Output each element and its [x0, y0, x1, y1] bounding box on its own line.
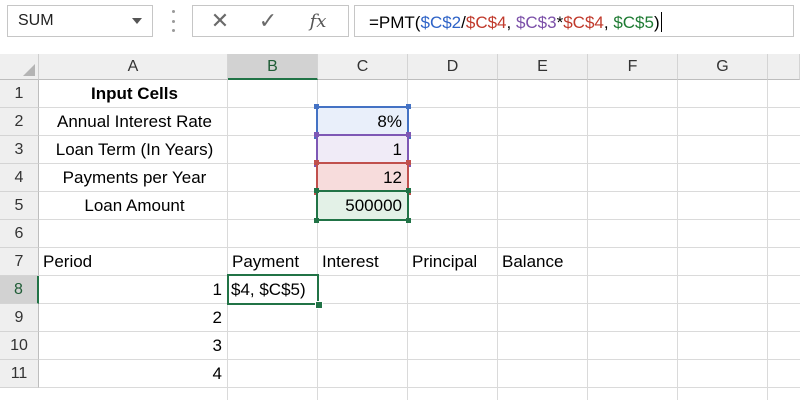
reference-resize-handle[interactable] [406, 218, 411, 223]
reference-resize-handle[interactable] [406, 188, 411, 193]
formula-part: , [603, 13, 614, 32]
row-header-4[interactable]: 4 [0, 164, 39, 192]
cell-a4[interactable]: Payments per Year [43, 164, 226, 192]
column-header-partial[interactable] [768, 54, 800, 80]
cell-c5[interactable]: 500000 [318, 192, 402, 220]
cancel-icon[interactable]: ✕ [201, 6, 239, 36]
column-header-c[interactable]: C [318, 54, 408, 80]
cell-a3[interactable]: Loan Term (In Years) [43, 136, 226, 164]
gridline-vertical [677, 80, 678, 400]
cell-b7[interactable]: Payment [232, 248, 316, 276]
formula-part: , [506, 13, 516, 32]
row-header-7[interactable]: 7 [0, 248, 39, 276]
formula-part: $C$3 [515, 13, 557, 32]
cell-e7[interactable]: Balance [502, 248, 586, 276]
cell-c7[interactable]: Interest [322, 248, 406, 276]
text-caret [660, 12, 662, 32]
row-header-3[interactable]: 3 [0, 136, 39, 164]
formula-bar: SUM ✕ ✓ fx =PMT($C$2/$C$4, $C$3*$C$4, $C… [0, 0, 800, 44]
cell-a1[interactable]: Input Cells [43, 80, 226, 108]
worksheet-grid[interactable]: A B C D E F G 1 2 3 4 5 6 7 8 9 10 11 Input Cells Annual In… [0, 54, 800, 400]
row-header-5[interactable]: 5 [0, 192, 39, 220]
gridline-vertical [227, 80, 228, 400]
gridline-vertical [767, 80, 768, 400]
formula-part: ) [653, 13, 660, 32]
select-all-corner[interactable] [0, 54, 39, 80]
column-header-a[interactable]: A [39, 54, 228, 80]
cell-c4[interactable]: 12 [318, 164, 402, 192]
name-box-dropdown-icon[interactable] [132, 18, 142, 24]
insert-function-icon[interactable]: fx [299, 6, 337, 36]
column-header-g[interactable]: G [678, 54, 768, 80]
reference-resize-handle[interactable] [406, 160, 411, 165]
column-header-f[interactable]: F [588, 54, 678, 80]
formula-text: =PMT($C$2/$C$4, $C$3*$C$4, $C$5) [369, 12, 662, 33]
column-header-d[interactable]: D [408, 54, 498, 80]
cell-a7[interactable]: Period [43, 248, 226, 276]
row-header-1[interactable]: 1 [0, 80, 39, 108]
cell-c2[interactable]: 8% [318, 108, 402, 136]
cell-a5[interactable]: Loan Amount [43, 192, 226, 220]
name-box-value: SUM [18, 12, 54, 29]
enter-icon[interactable]: ✓ [249, 6, 287, 36]
formula-input[interactable]: =PMT($C$2/$C$4, $C$3*$C$4, $C$5) [354, 5, 794, 37]
column-header-e[interactable]: E [498, 54, 588, 80]
row-header-10[interactable]: 10 [0, 332, 39, 360]
reference-resize-handle[interactable] [406, 104, 411, 109]
formula-part: =PMT( [369, 13, 421, 32]
cell-a2[interactable]: Annual Interest Rate [43, 108, 226, 136]
reference-resize-handle[interactable] [406, 132, 411, 137]
row-header-2[interactable]: 2 [0, 108, 39, 136]
formula-part: $C$4 [465, 13, 507, 32]
cell-b8[interactable]: $4, $C$5) [231, 276, 317, 304]
cell-c3[interactable]: 1 [318, 136, 402, 164]
formula-bar-grip-icon[interactable] [172, 10, 176, 32]
formula-part: $C$2 [420, 13, 462, 32]
row-header-8[interactable]: 8 [0, 276, 39, 304]
cell-a11[interactable]: 4 [39, 360, 222, 388]
name-box[interactable]: SUM [7, 5, 153, 37]
row-header-6[interactable]: 6 [0, 220, 39, 248]
row-header-11[interactable]: 11 [0, 360, 39, 388]
cell-a9[interactable]: 2 [39, 304, 222, 332]
cell-a10[interactable]: 3 [39, 332, 222, 360]
formula-part: $C$4 [563, 13, 604, 32]
cell-d7[interactable]: Principal [412, 248, 496, 276]
row-header-9[interactable]: 9 [0, 304, 39, 332]
column-header-b[interactable]: B [228, 54, 318, 80]
formula-bar-buttons: ✕ ✓ fx [192, 5, 349, 37]
gridline-vertical [497, 80, 498, 400]
cell-a8[interactable]: 1 [39, 276, 222, 304]
gridline-vertical [587, 80, 588, 400]
formula-part: $C$5 [613, 13, 654, 32]
